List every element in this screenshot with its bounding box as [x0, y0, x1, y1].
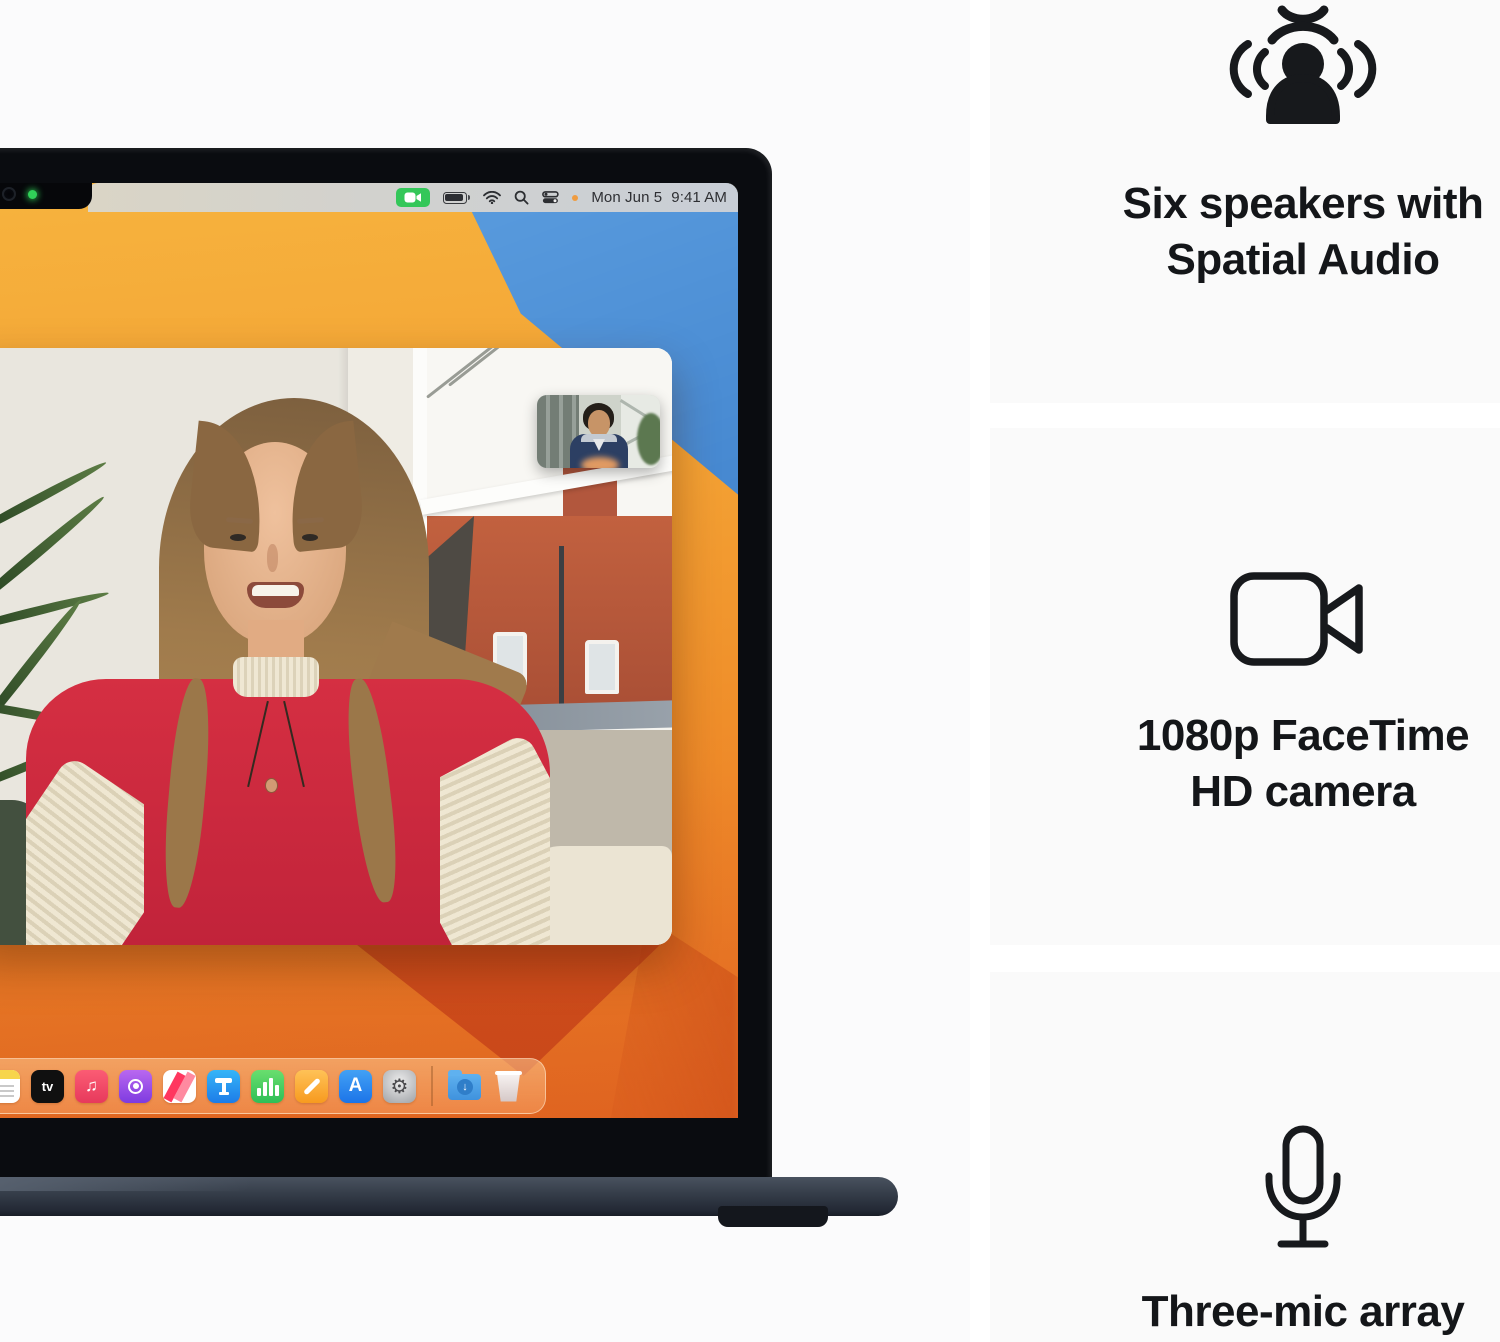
wifi-icon[interactable]	[483, 191, 501, 204]
feature-line: HD camera	[1023, 764, 1500, 820]
camera-notch	[0, 183, 92, 209]
download-arrow-icon: ↓	[457, 1079, 473, 1095]
battery-status[interactable]	[443, 192, 470, 204]
trash-rim	[495, 1071, 522, 1075]
dock-icon-keynote[interactable]	[207, 1070, 240, 1103]
webcam-lens	[2, 187, 16, 201]
music-note-glyph: ♫	[85, 1076, 98, 1096]
dock-icon-news[interactable]	[163, 1070, 196, 1103]
feature-label-camera: 1080p FaceTime HD camera	[1023, 708, 1500, 820]
notes-line	[0, 1095, 14, 1097]
video-camera-icon	[1228, 568, 1378, 670]
dock-icon-notes[interactable]	[0, 1070, 20, 1103]
gear-icon: ⚙	[391, 1074, 409, 1099]
feature-line: Six speakers with	[1023, 176, 1500, 232]
feature-line: Three-mic array	[1023, 1284, 1500, 1340]
battery-icon	[443, 192, 467, 204]
pages-pen	[303, 1077, 321, 1095]
feature-line: 1080p FaceTime	[1023, 708, 1500, 764]
necklace-pendant	[265, 778, 278, 793]
pip-plant	[637, 413, 660, 465]
podcasts-ring	[128, 1079, 143, 1094]
woman-eye	[302, 534, 318, 541]
keynote-stem	[222, 1083, 226, 1092]
feature-card-camera: 1080p FaceTime HD camera	[990, 428, 1500, 945]
woman-smile	[247, 582, 304, 608]
notes-line	[0, 1085, 14, 1087]
ribbed-collar	[233, 657, 319, 697]
dock-icon-trash[interactable]	[492, 1070, 525, 1103]
screen-sharing-dot	[572, 195, 578, 201]
feature-label-mic: Three-mic array	[1023, 1284, 1500, 1340]
dock-icon-downloads[interactable]: ↓	[448, 1070, 481, 1103]
dock: tv ♫	[0, 1058, 546, 1114]
numbers-bar	[275, 1085, 279, 1096]
appstore-glyph: A	[349, 1075, 363, 1097]
podcasts-dot	[133, 1083, 139, 1089]
video-camera-glyph	[404, 192, 422, 203]
trash-basket	[496, 1071, 522, 1102]
woman-eye	[230, 534, 246, 541]
woman-nose	[267, 544, 278, 572]
feature-card-mic: Three-mic array	[990, 972, 1500, 1342]
dock-icon-pages[interactable]	[295, 1070, 328, 1103]
microphone-icon	[1251, 1124, 1355, 1262]
macbook-base-highlight	[0, 1177, 250, 1191]
keynote-base	[219, 1092, 229, 1095]
man-face	[588, 410, 610, 437]
control-center-icon[interactable]	[542, 191, 559, 204]
man-hand-blur	[581, 457, 619, 468]
dock-separator	[431, 1066, 433, 1106]
camera-active-led	[28, 190, 37, 199]
menu-bar: Mon Jun 5 9:41 AM	[88, 183, 738, 212]
facetime-active-indicator[interactable]	[396, 188, 430, 207]
tv-label: tv	[42, 1079, 54, 1094]
feature-card-speakers: Six speakers with Spatial Audio	[990, 0, 1500, 403]
dock-icon-system-settings[interactable]: ⚙	[383, 1070, 416, 1103]
notes-line	[0, 1090, 14, 1092]
marketing-image: Mon Jun 5 9:41 AM	[0, 0, 1500, 1342]
macbook-rubber-foot	[718, 1206, 828, 1227]
house-window	[585, 640, 619, 694]
facetime-pip[interactable]	[537, 395, 660, 468]
menu-bar-time[interactable]: 9:41 AM	[671, 189, 727, 206]
dock-icon-numbers[interactable]	[251, 1070, 284, 1103]
numbers-bar	[263, 1082, 267, 1096]
spotlight-search-icon[interactable]	[514, 190, 529, 205]
notes-header	[0, 1070, 20, 1079]
menu-bar-date[interactable]: Mon Jun 5	[591, 189, 662, 206]
drain-pipe	[559, 546, 564, 724]
dock-icon-podcasts[interactable]	[119, 1070, 152, 1103]
dock-icon-apple-tv[interactable]: tv	[31, 1070, 64, 1103]
macbook-screen: Mon Jun 5 9:41 AM	[0, 183, 738, 1118]
left-panel: Mon Jun 5 9:41 AM	[0, 0, 970, 1342]
woman-teeth	[252, 585, 299, 596]
spatial-audio-icon	[1228, 2, 1378, 152]
numbers-bar	[269, 1078, 273, 1096]
battery-nub	[468, 195, 470, 200]
dock-icon-music[interactable]: ♫	[75, 1070, 108, 1103]
facetime-window[interactable]	[0, 348, 672, 945]
feature-line: Spatial Audio	[1023, 232, 1500, 288]
dock-icon-app-store[interactable]: A	[339, 1070, 372, 1103]
numbers-bar	[257, 1088, 261, 1096]
feature-label-speakers: Six speakers with Spatial Audio	[1023, 176, 1500, 288]
